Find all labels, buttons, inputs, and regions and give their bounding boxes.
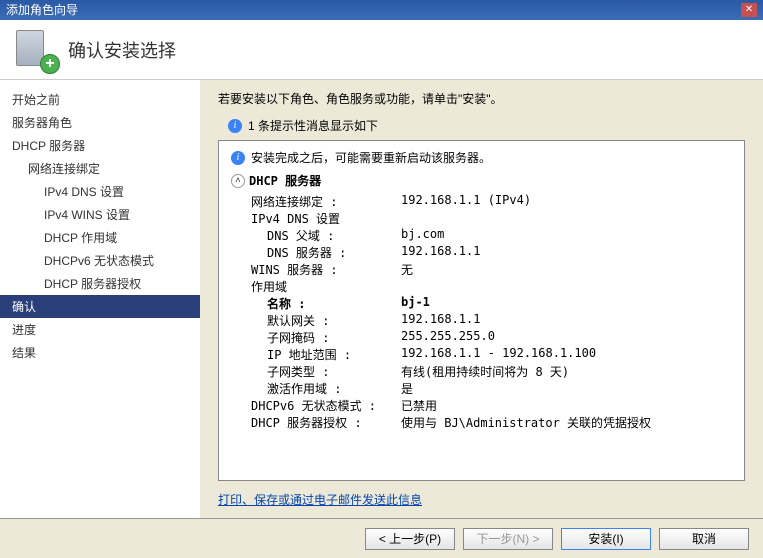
detail-key: DHCP 服务器授权 :: [231, 414, 401, 431]
detail-value: 有线(租用持续时间将为 8 天): [401, 363, 569, 380]
chevron-up-icon[interactable]: ˄: [231, 174, 245, 188]
sidebar-item[interactable]: DHCPv6 无状态模式: [0, 249, 200, 272]
intro-text: 若要安装以下角色、角色服务或功能，请单击"安装"。: [218, 90, 745, 107]
detail-value: bj-1: [401, 295, 430, 312]
sidebar-item[interactable]: IPv4 DNS 设置: [0, 180, 200, 203]
detail-row: 作用域: [231, 278, 732, 295]
detail-row: DHCP 服务器授权 :使用与 BJ\Administrator 关联的凭据授权: [231, 414, 732, 431]
install-button[interactable]: 安装(I): [561, 528, 651, 550]
server-plus-icon: +: [16, 30, 56, 70]
detail-row: 网络连接绑定 :192.168.1.1 (IPv4): [231, 193, 732, 210]
info-message-text: 1 条提示性消息显示如下: [248, 117, 378, 134]
detail-key: DNS 服务器 :: [231, 244, 401, 261]
sidebar-item[interactable]: DHCP 服务器: [0, 134, 200, 157]
detail-row: IPv4 DNS 设置: [231, 210, 732, 227]
detail-key: 子网类型 :: [231, 363, 401, 380]
cancel-button[interactable]: 取消: [659, 528, 749, 550]
detail-value: 192.168.1.1 - 192.168.1.100: [401, 346, 596, 363]
detail-key: IPv4 DNS 设置: [231, 210, 401, 227]
page-title: 确认安装选择: [68, 37, 176, 63]
print-save-email-link[interactable]: 打印、保存或通过电子邮件发送此信息: [218, 491, 745, 508]
detail-key: 名称 :: [231, 295, 401, 312]
detail-row: DHCPv6 无状态模式 :已禁用: [231, 397, 732, 414]
info-icon: i: [231, 151, 245, 165]
detail-value: 是: [401, 380, 413, 397]
detail-value: 192.168.1.1: [401, 312, 480, 329]
detail-key: 激活作用域 :: [231, 380, 401, 397]
detail-value: bj.com: [401, 227, 444, 244]
sidebar-item[interactable]: 开始之前: [0, 88, 200, 111]
previous-button[interactable]: < 上一步(P): [365, 528, 455, 550]
detail-row: DNS 服务器 :192.168.1.1: [231, 244, 732, 261]
detail-key: 子网掩码 :: [231, 329, 401, 346]
sidebar-item[interactable]: 网络连接绑定: [0, 157, 200, 180]
sidebar-item[interactable]: 结果: [0, 341, 200, 364]
sidebar-item[interactable]: 确认: [0, 295, 200, 318]
detail-key: WINS 服务器 :: [231, 261, 401, 278]
next-button: 下一步(N) >: [463, 528, 553, 550]
info-message-row: i 1 条提示性消息显示如下: [218, 117, 745, 134]
detail-row: 子网掩码 :255.255.255.0: [231, 329, 732, 346]
detail-value: 255.255.255.0: [401, 329, 495, 346]
section-title: DHCP 服务器: [249, 172, 321, 189]
detail-row: 默认网关 :192.168.1.1: [231, 312, 732, 329]
detail-key: DHCPv6 无状态模式 :: [231, 397, 401, 414]
wizard-steps-sidebar: 开始之前服务器角色DHCP 服务器网络连接绑定IPv4 DNS 设置IPv4 W…: [0, 80, 200, 518]
detail-row: DNS 父域 :bj.com: [231, 227, 732, 244]
details-box: i 安装完成之后，可能需要重新启动该服务器。 ˄ DHCP 服务器 网络连接绑定…: [218, 140, 745, 481]
content-area: 开始之前服务器角色DHCP 服务器网络连接绑定IPv4 DNS 设置IPv4 W…: [0, 80, 763, 518]
detail-value: 192.168.1.1: [401, 244, 480, 261]
section-header: ˄ DHCP 服务器: [231, 172, 732, 189]
sidebar-item[interactable]: DHCP 服务器授权: [0, 272, 200, 295]
restart-warning-text: 安装完成之后，可能需要重新启动该服务器。: [251, 149, 491, 166]
detail-value: 无: [401, 261, 413, 278]
sidebar-item[interactable]: DHCP 作用域: [0, 226, 200, 249]
window-title: 添加角色向导: [6, 0, 78, 20]
titlebar: 添加角色向导 ✕: [0, 0, 763, 20]
detail-key: 默认网关 :: [231, 312, 401, 329]
detail-row: 名称 :bj-1: [231, 295, 732, 312]
sidebar-item[interactable]: 进度: [0, 318, 200, 341]
detail-key: IP 地址范围 :: [231, 346, 401, 363]
sidebar-item[interactable]: 服务器角色: [0, 111, 200, 134]
main-panel: 若要安装以下角色、角色服务或功能，请单击"安装"。 i 1 条提示性消息显示如下…: [200, 80, 763, 518]
restart-warning: i 安装完成之后，可能需要重新启动该服务器。: [231, 149, 732, 166]
detail-key: 网络连接绑定 :: [231, 193, 401, 210]
detail-row: 子网类型 :有线(租用持续时间将为 8 天): [231, 363, 732, 380]
sidebar-item[interactable]: IPv4 WINS 设置: [0, 203, 200, 226]
detail-value: 192.168.1.1 (IPv4): [401, 193, 531, 210]
detail-value: 使用与 BJ\Administrator 关联的凭据授权: [401, 414, 651, 431]
detail-row: 激活作用域 :是: [231, 380, 732, 397]
detail-row: WINS 服务器 :无: [231, 261, 732, 278]
wizard-header: + 确认安装选择: [0, 20, 763, 80]
detail-value: 已禁用: [401, 397, 437, 414]
detail-row: IP 地址范围 :192.168.1.1 - 192.168.1.100: [231, 346, 732, 363]
detail-key: DNS 父域 :: [231, 227, 401, 244]
close-icon[interactable]: ✕: [741, 3, 757, 17]
info-icon: i: [228, 119, 242, 133]
detail-key: 作用域: [231, 278, 401, 295]
wizard-footer: < 上一步(P) 下一步(N) > 安装(I) 取消: [0, 518, 763, 558]
